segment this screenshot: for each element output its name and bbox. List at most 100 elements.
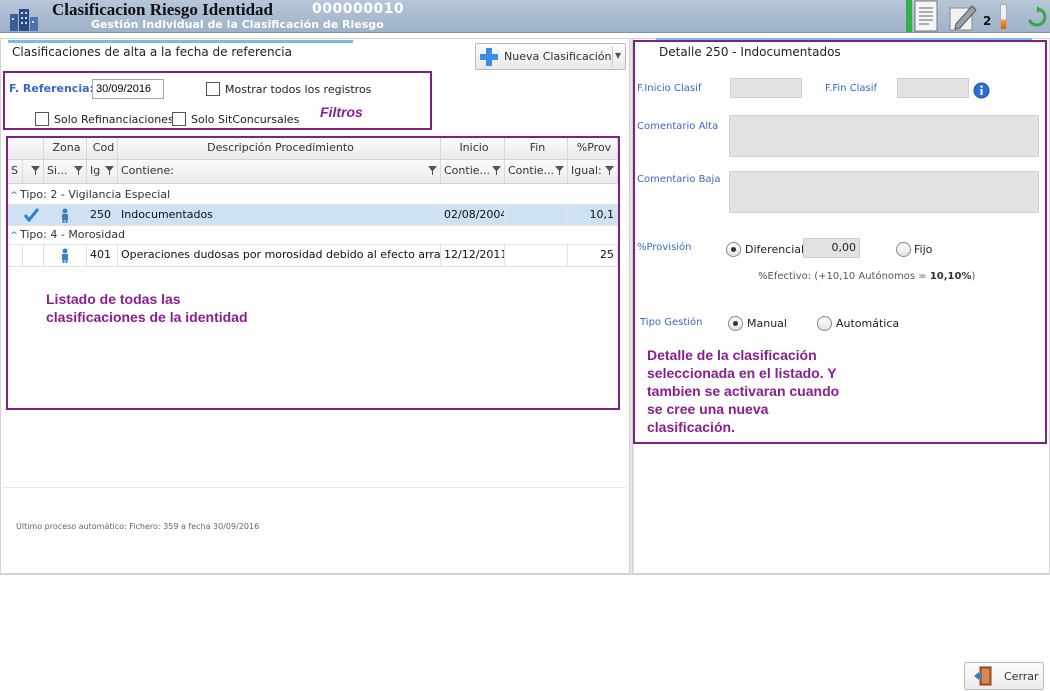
group-label: Tipo: 4 - Morosidad — [20, 228, 126, 241]
filter-funnel-icon — [428, 166, 437, 175]
collapse-caret-icon[interactable]: ^ — [8, 227, 20, 245]
comment-alta-field[interactable] — [729, 115, 1039, 157]
filter-descripcion-text: Contiene: — [121, 164, 174, 177]
filter-cell-zona[interactable]: Si... — [44, 160, 87, 183]
filter-cell-inicio[interactable]: Contie... — [441, 160, 505, 183]
refinancing-label: Solo Refinanciaciones — [54, 113, 174, 126]
window-subtitle: Gestión Individual de la Clasificación d… — [91, 18, 384, 31]
detail-title: Detalle 250 - Indocumentados — [659, 45, 841, 59]
exit-door-icon — [974, 666, 992, 686]
row-descripcion: Operaciones dudosas por morosidad debido… — [118, 245, 441, 266]
col-header-descripcion[interactable]: Descripción Procedimiento — [118, 138, 441, 159]
effective-value: 10,10% — [929, 271, 972, 282]
differential-value-field[interactable]: 0,00 — [803, 238, 860, 258]
classifications-grid: Zona Cod Descripción Procedimiento Inici… — [8, 138, 618, 408]
refresh-icon[interactable] — [1026, 6, 1048, 28]
person-icon — [62, 208, 68, 223]
col-header-cod[interactable]: Cod — [87, 138, 118, 159]
comment-baja-field[interactable] — [729, 171, 1039, 213]
show-all-checkbox[interactable] — [206, 82, 220, 96]
row-inicio: 12/12/2011 — [441, 245, 505, 266]
table-row[interactable]: 250 Indocumentados 02/08/2004 10,1 — [8, 205, 618, 226]
effective-provision-text: %Efectivo: (+10,10 Autónomos = 10,10%) — [758, 271, 975, 282]
differential-radio[interactable] — [726, 242, 741, 257]
group-row[interactable]: ^ Tipo: 2 - Vigilancia Especial — [8, 186, 618, 205]
row-inicio: 02/08/2004 — [441, 205, 505, 225]
last-process-status: Último proceso automático: Fichero: 359 … — [16, 522, 260, 531]
col-header-inicio[interactable]: Inicio — [441, 138, 505, 159]
dropdown-arrow-icon[interactable]: ▼ — [615, 51, 621, 60]
edit-note-icon[interactable] — [948, 2, 978, 32]
table-row[interactable]: 401 Operaciones dudosas por morosidad de… — [8, 245, 618, 267]
row-status-cell — [8, 245, 23, 266]
insolvency-checkbox[interactable] — [172, 112, 186, 126]
filter-cell-cod[interactable]: Ig — [87, 160, 118, 183]
filter-cell-prov[interactable]: Igual: — [568, 160, 618, 183]
reference-date-label: F. Referencia: — [9, 82, 94, 95]
left-header-accent — [8, 40, 353, 43]
col-header-status[interactable] — [8, 138, 44, 159]
collapse-caret-icon[interactable]: ^ — [8, 187, 20, 205]
manual-label: Manual — [747, 317, 787, 330]
group-label: Tipo: 2 - Vigilancia Especial — [20, 188, 171, 201]
filters-annotation: Filtros — [320, 104, 363, 120]
detail-annotation-line: seleccionada en el listado. Y — [647, 365, 837, 381]
end-date-label: F.Fin Clasif — [825, 83, 878, 94]
filter-funnel-icon — [74, 166, 83, 175]
row-zona-cell — [44, 245, 87, 266]
row-prov: 10,1 — [568, 205, 618, 225]
comment-baja-label: Comentario Baja — [637, 174, 721, 185]
refinancing-checkbox[interactable] — [35, 112, 49, 126]
building-logo-icon — [10, 9, 38, 31]
col-header-prov[interactable]: %Prov — [568, 138, 618, 159]
manual-radio[interactable] — [728, 316, 743, 331]
effective-close: ) — [971, 271, 976, 282]
reference-date-input[interactable] — [92, 79, 164, 99]
filter-cod-text: Ig — [90, 164, 101, 177]
close-button[interactable]: Cerrar — [964, 662, 1044, 690]
checkmark-icon — [24, 208, 39, 222]
fixed-radio[interactable] — [896, 242, 911, 257]
document-icon[interactable] — [912, 0, 942, 32]
filter-cell-s[interactable]: S — [8, 160, 23, 183]
row-fin — [505, 245, 568, 266]
row-cod: 250 — [87, 205, 118, 225]
end-date-field[interactable] — [897, 78, 969, 98]
filter-funnel-icon — [555, 166, 564, 175]
col-header-zona[interactable]: Zona — [44, 138, 87, 159]
info-icon[interactable] — [973, 82, 990, 99]
automatic-label: Automática — [836, 317, 900, 330]
filter-cell-descripcion[interactable]: Contiene: — [118, 160, 441, 183]
row-fin — [505, 205, 568, 225]
comment-alta-label: Comentario Alta — [637, 121, 719, 132]
filter-prov-text: Igual: — [571, 164, 602, 177]
start-date-field[interactable] — [730, 78, 802, 98]
row-cod: 401 — [87, 245, 118, 266]
show-all-label: Mostrar todos los registros — [225, 83, 372, 96]
grid-annotation-line: Listado de todas las — [46, 291, 181, 307]
detail-annotation-line: clasificación. — [647, 419, 735, 435]
automatic-radio[interactable] — [817, 316, 832, 331]
row-descripcion: Indocumentados — [118, 205, 441, 225]
provision-label: %Provisión — [637, 242, 692, 253]
new-classification-label: Nueva Clasificación — [504, 50, 612, 63]
close-label: Cerrar — [1004, 670, 1039, 683]
group-row[interactable]: ^ Tipo: 4 - Morosidad — [8, 226, 618, 245]
insolvency-label: Solo SitConcursales — [191, 113, 300, 126]
row-zona-cell — [44, 205, 87, 225]
filter-fin-text: Contie... — [508, 164, 555, 177]
row-status-cell — [23, 245, 44, 266]
person-icon — [62, 248, 68, 263]
col-header-fin[interactable]: Fin — [505, 138, 568, 159]
left-panel-title: Clasificaciones de alta a la fecha de re… — [12, 45, 292, 59]
new-classification-button[interactable]: Nueva Clasificación ▼ — [475, 43, 626, 70]
filter-cell-fin[interactable]: Contie... — [505, 160, 568, 183]
filter-funnel-icon — [31, 166, 40, 175]
filter-cell-status[interactable] — [23, 160, 44, 183]
filter-funnel-icon — [105, 166, 114, 175]
window-title: Clasificacion Riesgo Identidad — [52, 0, 274, 19]
differential-label: Diferencial — [745, 243, 805, 256]
filter-zona-text: Si... — [47, 164, 68, 177]
filter-funnel-icon — [605, 166, 614, 175]
grid-header-row: Zona Cod Descripción Procedimiento Inici… — [8, 138, 618, 160]
